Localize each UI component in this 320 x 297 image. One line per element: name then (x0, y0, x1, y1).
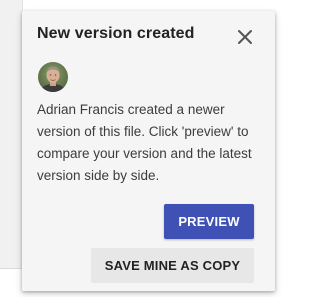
background-panel (0, 0, 23, 269)
dialog-message: Adrian Francis created a newer version o… (37, 102, 252, 183)
dialog-title: New version created (37, 25, 195, 42)
new-version-dialog: New version created Adrian Francis creat… (22, 11, 275, 291)
save-mine-as-copy-button[interactable]: SAVE MINE AS COPY (91, 248, 254, 283)
close-icon[interactable] (236, 28, 254, 46)
preview-button[interactable]: PREVIEW (164, 204, 254, 239)
user-avatar (38, 62, 68, 92)
